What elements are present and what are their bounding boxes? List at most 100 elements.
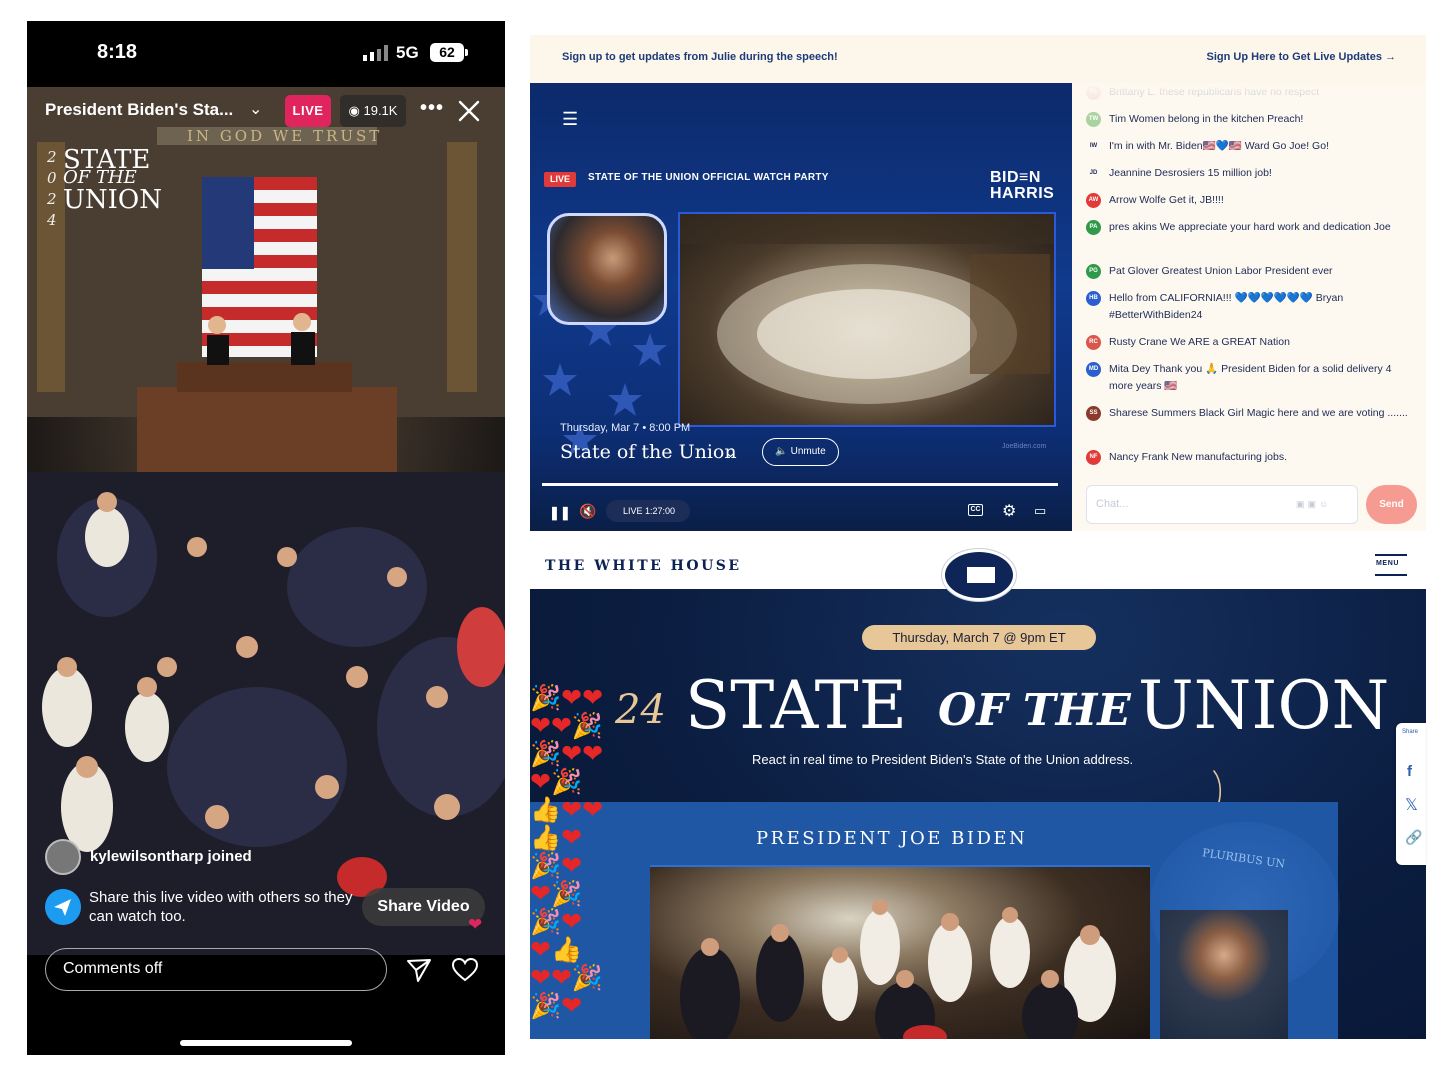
updates-banner: Sign up to get updates from Julie during… bbox=[530, 35, 1426, 83]
cellular-signal-icon bbox=[363, 45, 388, 61]
biden-harris-logo: BID≡N HARRIS bbox=[990, 170, 1054, 202]
send-button[interactable]: Send bbox=[1366, 485, 1417, 524]
heart-icon: ❤❤ bbox=[561, 684, 604, 712]
heart-reaction-icon: ❤ bbox=[468, 915, 483, 934]
heart-icon: ❤ bbox=[561, 908, 583, 936]
live-title[interactable]: President Biden's Sta... bbox=[45, 100, 233, 120]
event-date-pill: Thursday, March 7 @ 9pm ET bbox=[862, 625, 1096, 650]
speaker-muted-icon: 🔈 bbox=[775, 446, 791, 457]
home-indicator[interactable] bbox=[180, 1040, 352, 1046]
pause-icon[interactable]: ❚❚ bbox=[549, 505, 571, 521]
unmute-button[interactable]: 🔈 Unmute bbox=[762, 438, 839, 466]
heart-icon: ❤ bbox=[561, 992, 583, 1020]
avatar: MD bbox=[1086, 362, 1101, 377]
thumbs-up-icon: 👍 bbox=[530, 796, 562, 824]
battery-nub bbox=[465, 49, 468, 56]
facebook-icon[interactable]: f bbox=[1407, 763, 1412, 780]
heart-icon[interactable] bbox=[451, 956, 479, 984]
reaction-row: 👍❤❤ bbox=[530, 796, 626, 824]
party-popper-icon: 🎉 bbox=[571, 712, 604, 740]
heart-icon: ❤❤ bbox=[530, 712, 572, 740]
chat-message-text: Hello from CALIFORNIA!!! 💙💙💙💙💙💙 Bryan #B… bbox=[1109, 292, 1344, 321]
share-prompt: Share this live video with others so the… bbox=[89, 889, 353, 925]
heart-icon: ❤❤ bbox=[530, 964, 572, 992]
join-notice: kylewilsonthar​p joined bbox=[90, 848, 252, 865]
sign-up-link[interactable]: Sign Up Here to Get Live Updates → bbox=[1207, 51, 1396, 63]
reaction-row: 🎉❤❤ bbox=[530, 740, 626, 768]
chat-message-text: Nancy Frank New manufacturing jobs. bbox=[1109, 451, 1287, 463]
watch-party-title: STATE OF THE UNION OFFICIAL WATCH PARTY bbox=[588, 172, 829, 183]
avatar: HB bbox=[1086, 291, 1101, 306]
headline-state: STATE bbox=[685, 667, 907, 744]
reaction-row: 👍❤ bbox=[530, 824, 626, 852]
avatar bbox=[45, 839, 81, 875]
share-video-button[interactable]: Share Video bbox=[362, 888, 485, 926]
chamber-floor-scene bbox=[680, 899, 1116, 1039]
mute-icon[interactable]: 🔇 bbox=[579, 503, 596, 520]
reaction-row: ❤🎉 bbox=[530, 768, 626, 796]
logo-line-biden: BID≡N bbox=[990, 169, 1041, 186]
sign-language-interpreter-video bbox=[1160, 910, 1288, 1039]
send-icon[interactable] bbox=[405, 956, 433, 984]
reaction-row: ❤🎉 bbox=[530, 880, 626, 908]
party-popper-icon: 🎉 bbox=[550, 768, 583, 796]
chat-attachment-icons[interactable]: ▣▣☺ bbox=[1296, 499, 1331, 510]
chevron-down-icon[interactable]: ⌄ bbox=[249, 99, 262, 119]
chamber-video[interactable] bbox=[678, 212, 1056, 427]
live-time-indicator[interactable]: LIVE 1:27:00 bbox=[606, 500, 690, 522]
x-twitter-icon[interactable]: 𝕏 bbox=[1405, 795, 1418, 815]
hamburger-menu-icon[interactable]: ☰ bbox=[562, 109, 578, 130]
live-reaction-stream: 🎉❤❤ ❤❤🎉 🎉❤❤ ❤🎉 👍❤❤ 👍❤ 🎉❤ ❤🎉 🎉❤ ❤👍 ❤❤🎉 🎉❤ bbox=[530, 684, 626, 1039]
avatar: TW bbox=[1086, 112, 1101, 127]
heart-icon: ❤❤ bbox=[561, 740, 604, 768]
progress-bar[interactable] bbox=[542, 483, 1058, 486]
close-icon[interactable] bbox=[457, 99, 481, 123]
chat-message-text: Tim Women belong in the kitchen Preach! bbox=[1109, 113, 1304, 125]
network-type: 5G bbox=[396, 43, 419, 62]
party-popper-icon: 🎉 bbox=[530, 992, 562, 1020]
chat-message-text: Jeannine Desrosiers 15 million job! bbox=[1109, 167, 1272, 179]
live-video-feed[interactable] bbox=[27, 87, 505, 955]
closed-captions-icon[interactable]: CC bbox=[968, 504, 983, 516]
comments-field[interactable]: Comments off bbox=[45, 948, 387, 991]
year-digit: 2 bbox=[47, 148, 57, 166]
reaction-row: ❤❤🎉 bbox=[530, 712, 626, 740]
eye-icon: ◉ bbox=[348, 103, 364, 118]
avatar: IW bbox=[1086, 139, 1101, 154]
chevron-down-icon[interactable]: ⌄ bbox=[725, 445, 736, 461]
heart-icon: ❤ bbox=[561, 824, 583, 852]
white-house-header: THE WHITE HOUSE MENU bbox=[530, 543, 1426, 601]
chat-message-text: I'm in with Mr. Biden🇺🇸💙🇺🇸 Ward Go Joe! … bbox=[1109, 140, 1329, 152]
avatar: AW bbox=[1086, 193, 1101, 208]
site-watermark: JoeBiden.com bbox=[1002, 443, 1047, 450]
avatar: RC bbox=[1086, 335, 1101, 350]
chamber-aerial-scene bbox=[680, 214, 1054, 404]
white-house-seal-icon[interactable] bbox=[942, 549, 1016, 601]
avatar: PA bbox=[1086, 220, 1101, 235]
menu-line bbox=[1375, 574, 1407, 576]
heart-icon: ❤ bbox=[530, 768, 551, 796]
site-logo-text[interactable]: THE WHITE HOUSE bbox=[545, 558, 742, 574]
thumbs-up-icon: 👍 bbox=[530, 824, 562, 852]
event-date-time: Thursday, Mar 7 • 8:00 PM bbox=[560, 422, 691, 434]
year-digit: 0 bbox=[47, 169, 57, 187]
link-icon[interactable]: 🔗 bbox=[1405, 829, 1422, 846]
headline-union: UNION bbox=[1138, 667, 1390, 744]
live-badge: LIVE bbox=[544, 172, 576, 187]
year-digit: 2 bbox=[47, 190, 57, 208]
share-sidebar: Share f 𝕏 🔗 bbox=[1396, 723, 1426, 865]
reaction-row: 🎉❤ bbox=[530, 992, 626, 1020]
logo-line-harris: HARRIS bbox=[990, 185, 1055, 202]
party-popper-icon: 🎉 bbox=[530, 740, 562, 768]
event-title[interactable]: State of the Union bbox=[560, 441, 737, 463]
speech-video[interactable] bbox=[650, 865, 1150, 1039]
more-options-icon[interactable]: ••• bbox=[420, 97, 444, 120]
viewer-count-value: 19.1K bbox=[363, 103, 398, 118]
reaction-row: 🎉❤ bbox=[530, 908, 626, 936]
headline-of-the: OF THE bbox=[938, 685, 1131, 736]
heart-icon: ❤ bbox=[530, 936, 551, 964]
menu-line bbox=[1375, 554, 1407, 556]
cast-icon[interactable]: ▭ bbox=[1034, 503, 1046, 519]
party-popper-icon: 🎉 bbox=[530, 908, 562, 936]
gear-icon[interactable]: ⚙ bbox=[1002, 501, 1016, 521]
